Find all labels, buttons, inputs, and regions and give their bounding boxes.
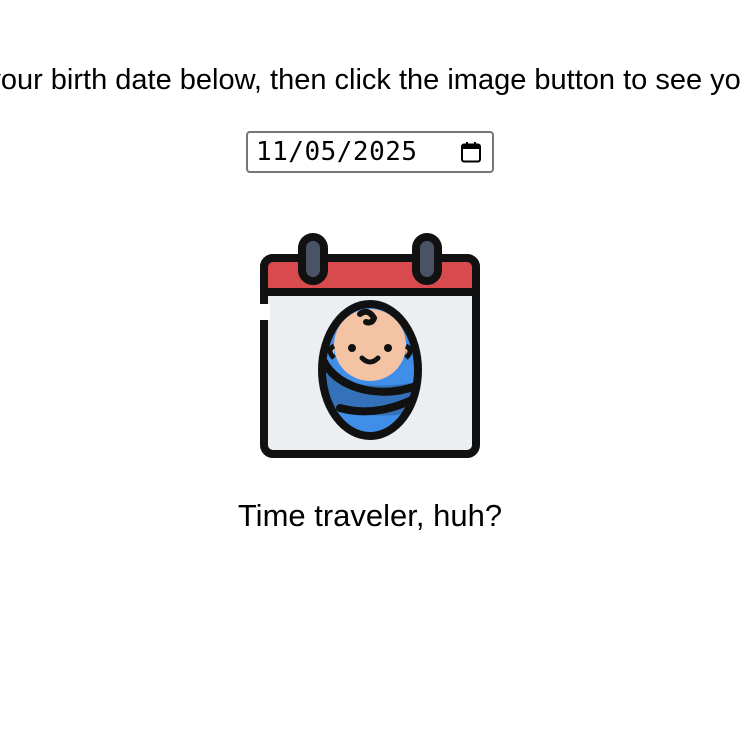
birth-date-input[interactable]: 11/05/2025: [246, 131, 494, 173]
baby-calendar-icon: [258, 233, 480, 458]
age-result-text: Time traveler, huh?: [237, 498, 503, 533]
calculate-age-image-button[interactable]: [256, 230, 484, 462]
birth-date-value[interactable]: 11/05/2025: [256, 137, 458, 167]
page: Enter your birth date below, then click …: [0, 0, 740, 750]
calendar-icon[interactable]: [458, 139, 484, 165]
instructions-text: Enter your birth date below, then click …: [0, 64, 740, 96]
